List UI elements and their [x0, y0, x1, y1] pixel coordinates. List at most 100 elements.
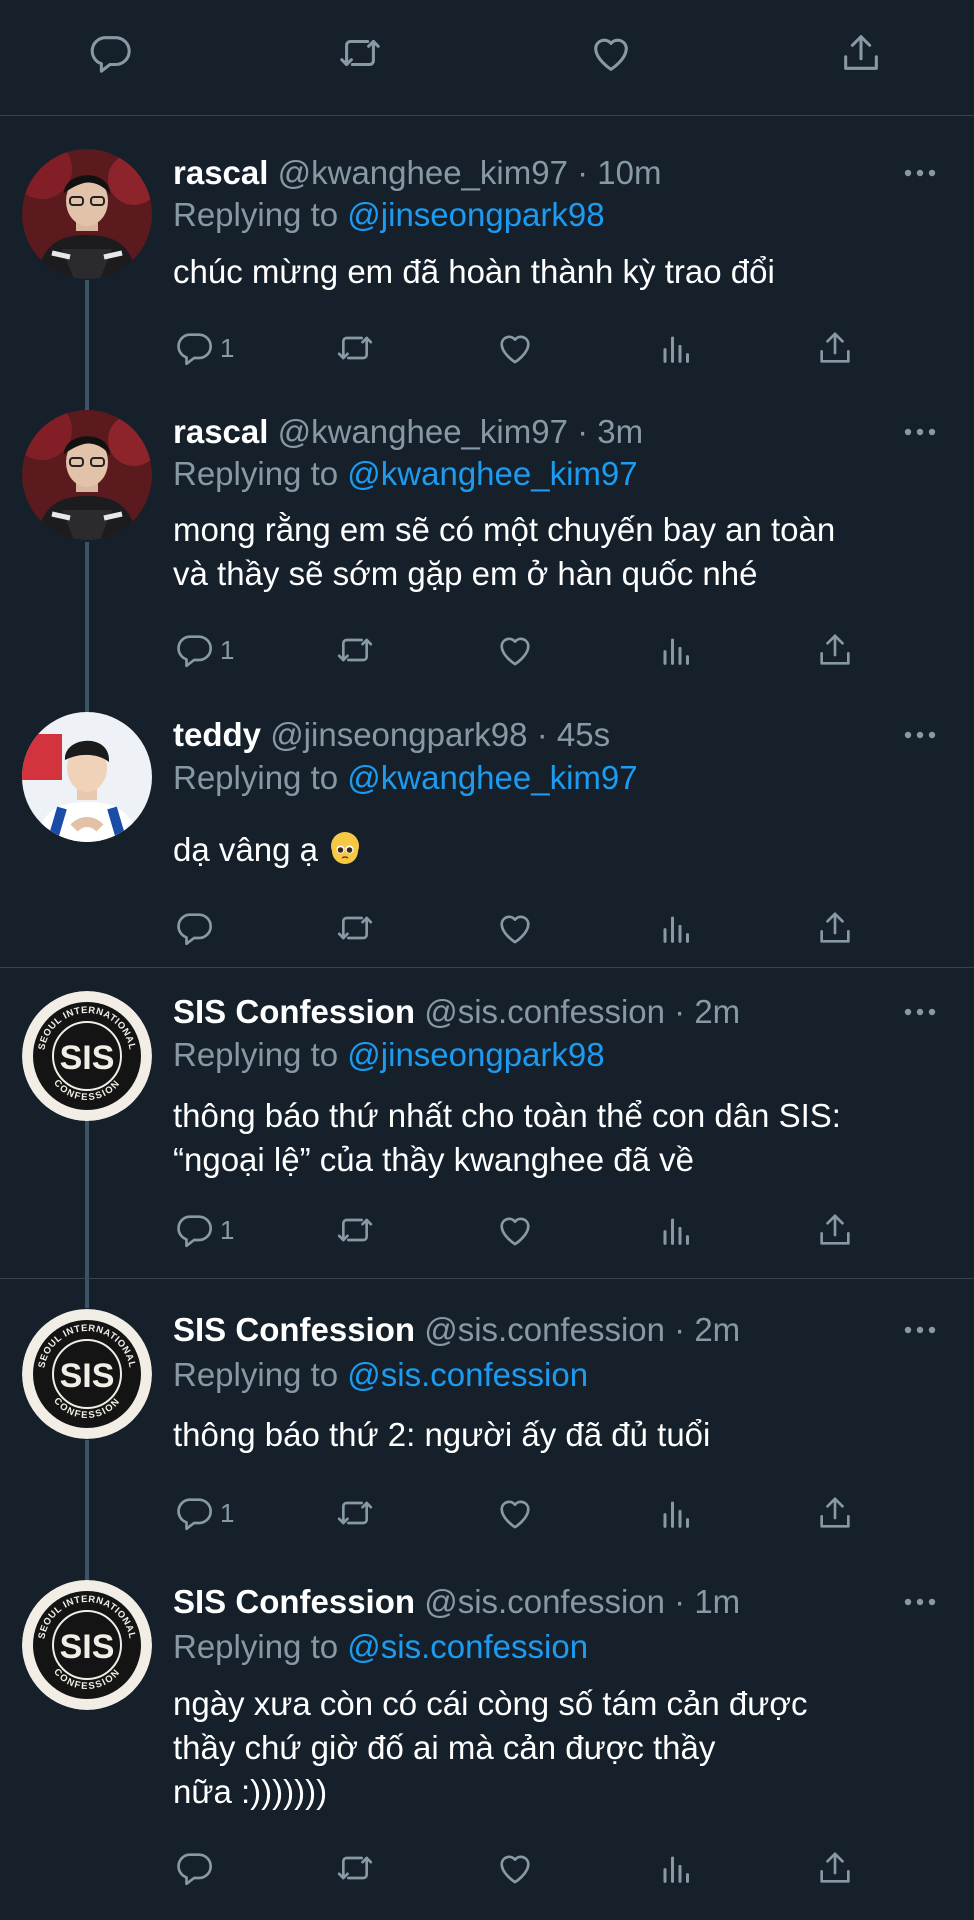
- mention-link[interactable]: @sis.confession: [347, 1356, 588, 1393]
- tweet[interactable]: teddy @jinseongpark98 · 45s Replying to …: [0, 678, 974, 966]
- reply-icon: [174, 328, 214, 368]
- display-name[interactable]: SIS Confession: [173, 1311, 415, 1348]
- tweet-text-line: mong rằng em sẽ có một chuyến bay an toà…: [173, 511, 836, 548]
- like-button[interactable]: [495, 1843, 535, 1893]
- timestamp[interactable]: 2m: [694, 993, 740, 1030]
- user-handle[interactable]: @kwanghee_kim97: [278, 413, 568, 450]
- tweet-header: SIS Confession @sis.confession · 2m: [173, 1311, 741, 1348]
- more-options-icon[interactable]: [902, 426, 938, 438]
- timestamp[interactable]: 3m: [597, 413, 643, 450]
- more-options-icon[interactable]: [902, 1596, 938, 1608]
- like-button[interactable]: [495, 1488, 535, 1538]
- replying-to: Replying to @kwanghee_kim97: [173, 758, 638, 798]
- more-options-icon[interactable]: [902, 1006, 938, 1018]
- analytics-button[interactable]: [655, 1843, 695, 1893]
- reply-button[interactable]: 1: [174, 1488, 234, 1538]
- tweet-text: chúc mừng em đã hoàn thành kỳ trao đổi: [173, 253, 775, 290]
- retweet-button[interactable]: [335, 625, 375, 675]
- retweet-button[interactable]: [335, 1843, 375, 1893]
- share-button[interactable]: [815, 1488, 855, 1538]
- more-options-icon[interactable]: [902, 167, 938, 179]
- more-options-icon[interactable]: [902, 729, 938, 741]
- mention-link[interactable]: @kwanghee_kim97: [347, 455, 637, 492]
- user-handle[interactable]: @sis.confession: [424, 993, 665, 1030]
- analytics-icon: [655, 1493, 695, 1533]
- mention-link[interactable]: @kwanghee_kim97: [347, 759, 637, 796]
- analytics-button[interactable]: [655, 323, 695, 373]
- tweet-text-content: dạ vâng ạ: [173, 831, 318, 868]
- analytics-button[interactable]: [655, 625, 695, 675]
- display-name[interactable]: teddy: [173, 716, 261, 753]
- timestamp[interactable]: 10m: [597, 154, 661, 191]
- tweet-text: thông báo thứ 2: người ấy đã đủ tuổi: [173, 1416, 711, 1453]
- tweet[interactable]: rascal @kwanghee_kim97 · 3m Replying to …: [0, 378, 974, 678]
- reply-button[interactable]: 1: [174, 625, 234, 675]
- analytics-button[interactable]: [655, 1488, 695, 1538]
- like-button[interactable]: [495, 625, 535, 675]
- reply-icon: [174, 1493, 214, 1533]
- like-icon: [495, 1848, 535, 1888]
- share-button[interactable]: [815, 1205, 855, 1255]
- retweet-button[interactable]: [335, 323, 375, 373]
- retweet-button[interactable]: [335, 903, 375, 953]
- mention-link[interactable]: @jinseongpark98: [347, 196, 604, 233]
- display-name[interactable]: SIS Confession: [173, 1583, 415, 1620]
- share-button[interactable]: [815, 903, 855, 953]
- share-icon: [815, 908, 855, 948]
- like-icon: [495, 908, 535, 948]
- retweet-icon[interactable]: [337, 30, 383, 76]
- tweet-text-line: thầy chứ giờ đố ai mà cản được thầy: [173, 1729, 716, 1766]
- analytics-button[interactable]: [655, 1205, 695, 1255]
- avatar[interactable]: [22, 1580, 152, 1710]
- timestamp[interactable]: 45s: [557, 716, 610, 753]
- tweet[interactable]: SIS Confession @sis.confession · 1m Repl…: [0, 1548, 974, 1920]
- reply-count: 1: [220, 634, 235, 665]
- reply-count: 1: [220, 1214, 235, 1245]
- replying-to-label: Replying to: [173, 1628, 339, 1665]
- timestamp[interactable]: 1m: [694, 1583, 740, 1620]
- replying-to-label: Replying to: [173, 759, 339, 796]
- retweet-button[interactable]: [335, 1488, 375, 1538]
- tweet[interactable]: SIS Confession @sis.confession · 2m Repl…: [0, 1278, 974, 1549]
- share-icon: [815, 1493, 855, 1533]
- mention-link[interactable]: @sis.confession: [347, 1628, 588, 1665]
- avatar[interactable]: [22, 149, 152, 279]
- tweet-text-line: nữa :))))))): [173, 1773, 328, 1810]
- avatar[interactable]: [22, 712, 152, 842]
- user-handle[interactable]: @jinseongpark98: [270, 716, 527, 753]
- tweet-actions: 1: [0, 1205, 974, 1255]
- like-button[interactable]: [495, 903, 535, 953]
- share-button[interactable]: [815, 323, 855, 373]
- tweet[interactable]: SIS Confession @sis.confession · 2m Repl…: [0, 967, 974, 1278]
- user-handle[interactable]: @sis.confession: [424, 1583, 665, 1620]
- display-name[interactable]: rascal: [173, 154, 268, 191]
- avatar[interactable]: [22, 410, 152, 540]
- reply-button[interactable]: 1: [174, 323, 234, 373]
- reply-button[interactable]: [174, 1843, 214, 1893]
- replying-to: Replying to @sis.confession: [173, 1355, 588, 1395]
- share-icon[interactable]: [838, 30, 884, 76]
- display-name[interactable]: SIS Confession: [173, 993, 415, 1030]
- user-handle[interactable]: @sis.confession: [424, 1311, 665, 1348]
- timestamp[interactable]: 2m: [694, 1311, 740, 1348]
- avatar[interactable]: [22, 991, 152, 1121]
- more-options-icon[interactable]: [902, 1324, 938, 1336]
- share-button[interactable]: [815, 1843, 855, 1893]
- reply-button[interactable]: 1: [174, 1205, 234, 1255]
- mention-link[interactable]: @jinseongpark98: [347, 1036, 604, 1073]
- user-handle[interactable]: @kwanghee_kim97: [278, 154, 568, 191]
- share-icon: [815, 1210, 855, 1250]
- retweet-button[interactable]: [335, 1205, 375, 1255]
- tweet-header: SIS Confession @sis.confession · 1m: [173, 1583, 741, 1620]
- replying-to-label: Replying to: [173, 196, 339, 233]
- display-name[interactable]: rascal: [173, 413, 268, 450]
- avatar[interactable]: [22, 1309, 152, 1439]
- like-icon[interactable]: [588, 30, 634, 76]
- reply-icon[interactable]: [87, 30, 133, 76]
- analytics-button[interactable]: [655, 903, 695, 953]
- share-button[interactable]: [815, 625, 855, 675]
- reply-button[interactable]: [174, 903, 214, 953]
- like-button[interactable]: [495, 1205, 535, 1255]
- tweet[interactable]: rascal @kwanghee_kim97 · 10m Replying to…: [0, 116, 974, 378]
- like-button[interactable]: [495, 323, 535, 373]
